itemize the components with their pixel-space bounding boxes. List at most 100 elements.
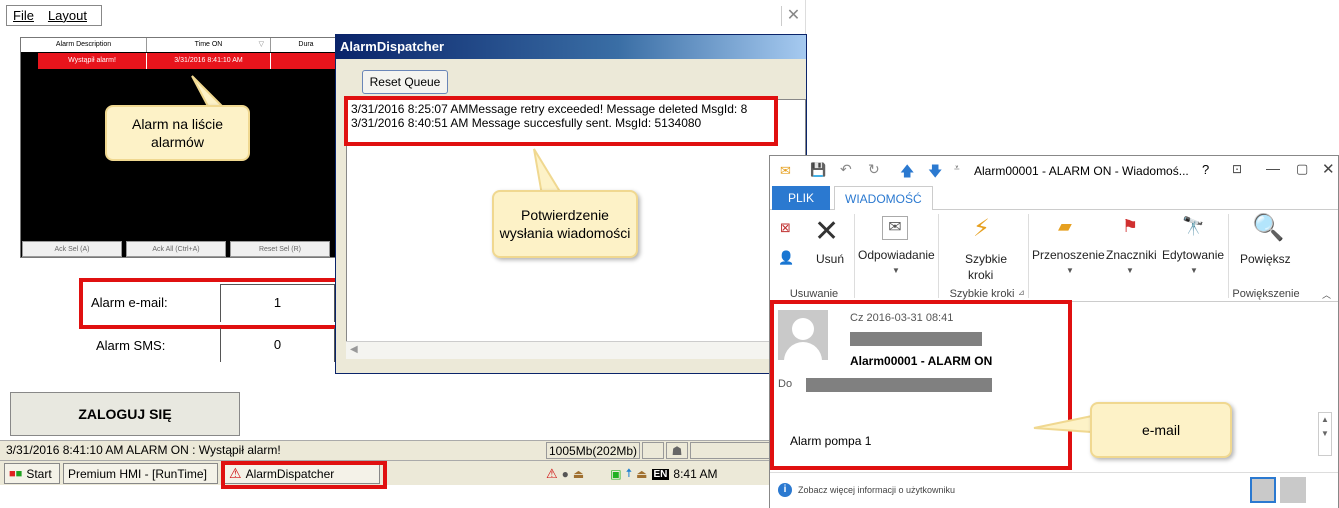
save-icon[interactable]: 💾: [810, 162, 826, 178]
alarm-email-label: Alarm e-mail:: [91, 295, 168, 310]
collapse-ribbon-icon[interactable]: ︿: [1322, 288, 1331, 301]
ack-sel-button[interactable]: Ack Sel (A): [22, 241, 122, 257]
menu-layout[interactable]: Layout: [48, 8, 87, 23]
tray-disc-icon[interactable]: ●: [562, 467, 569, 481]
header-alarm-description[interactable]: Alarm Description: [21, 38, 147, 52]
callout-alarm-list: Alarm na liście alarmów: [105, 105, 250, 161]
minimize-icon[interactable]: —: [1266, 160, 1280, 176]
ack-all-button[interactable]: Ack All (Ctrl+A): [126, 241, 226, 257]
quick-access-dropdown-icon[interactable]: ⩡: [954, 163, 960, 174]
dispatcher-horizontal-scrollbar[interactable]: ◀: [346, 341, 806, 359]
tray-clock[interactable]: 8:41 AM: [673, 467, 717, 481]
junk-icon[interactable]: 👤: [778, 250, 794, 266]
quick-steps-icon[interactable]: ⚡: [973, 214, 990, 243]
tags-button[interactable]: Znaczniki: [1106, 248, 1157, 262]
close-icon[interactable]: ✕: [1322, 160, 1335, 178]
reset-queue-button[interactable]: Reset Queue: [362, 70, 448, 94]
windows-logo-icon: ■■: [9, 467, 23, 480]
group-label-powiekszenie: Powiększenie: [1232, 288, 1300, 300]
hmi-status-bar: 3/31/2016 8:41:10 AM ALARM ON : Wystąpił…: [0, 440, 770, 460]
respond-icon[interactable]: ✉: [882, 216, 908, 240]
status-message: 3/31/2016 8:41:10 AM ALARM ON : Wystąpił…: [6, 443, 281, 457]
delete-icon[interactable]: ✕: [814, 214, 839, 249]
tags-dropdown-icon[interactable]: ▼: [1126, 266, 1134, 275]
dispatcher-title[interactable]: AlarmDispatcher: [336, 35, 806, 59]
ignore-icon[interactable]: ⊠: [780, 220, 791, 236]
header-duration[interactable]: Dura: [271, 38, 341, 52]
tray-monitor-icon[interactable]: ▣: [610, 467, 621, 481]
ribbon-display-icon[interactable]: ⊡: [1232, 162, 1242, 176]
arrow-down-icon[interactable]: 🡇: [928, 161, 942, 185]
respond-dropdown-icon[interactable]: ▼: [892, 266, 900, 275]
outlook-window-title: Alarm00001 - ALARM ON - Wiadomoś...: [974, 164, 1189, 178]
alarm-row[interactable]: Wystąpił alarm! 3/31/2016 8:41:10 AM: [38, 53, 341, 69]
status-memory: 1005Mb(202Mb): [546, 442, 640, 459]
outlook-message-window: ✉ 💾 ↶ ↻ 🡅 🡇 ⩡ Alarm00001 - ALARM ON - Wi…: [769, 155, 1339, 508]
binoculars-icon[interactable]: 🔭: [1182, 216, 1204, 237]
taskbar-dispatcher-highlight: [221, 461, 387, 489]
tab-wiadomosc[interactable]: WIADOMOŚĆ: [834, 186, 933, 211]
taskbar-item-premium-hmi[interactable]: Premium HMI - [RunTime]: [63, 463, 218, 484]
log-highlight: [344, 96, 778, 146]
header-time-on[interactable]: Time ON ▽: [147, 38, 271, 52]
move-button[interactable]: Przenoszenie: [1032, 248, 1105, 262]
alarm-row-time: 3/31/2016 8:41:10 AM: [147, 53, 271, 69]
status-cell-empty-2: [690, 442, 770, 459]
menu-file[interactable]: File: [13, 8, 34, 23]
hmi-close-icon[interactable]: ✕: [781, 6, 805, 26]
alarm-table-header: Alarm Description Time ON ▽ Dura: [21, 38, 341, 52]
ribbon-separator: [1228, 214, 1229, 298]
alarm-sms-value: 0: [220, 328, 335, 362]
hmi-window-edge: [805, 0, 806, 38]
people-avatar-1[interactable]: [1250, 477, 1276, 503]
ribbon-separator: [1028, 214, 1029, 298]
editing-dropdown-icon[interactable]: ▼: [1190, 266, 1198, 275]
alarm-action-buttons: Ack Sel (A) Ack All (Ctrl+A) Reset Sel (…: [21, 240, 341, 258]
ribbon-tabs: PLIK WIADOMOŚĆ: [770, 186, 1338, 211]
dialog-launcher-icon[interactable]: ⊿: [1018, 288, 1025, 297]
tray-arrow-icon[interactable]: 🠅: [626, 464, 633, 485]
move-icon[interactable]: ▰: [1058, 216, 1072, 237]
sort-arrow-icon: ▽: [258, 41, 264, 48]
maximize-icon[interactable]: ▢: [1296, 161, 1308, 177]
delete-button[interactable]: Usuń: [816, 252, 844, 266]
ribbon: ⊠ 👤 ✕ Usuń Usuwanie ✉ Odpowiadanie ▼ ⚡ S…: [770, 210, 1338, 302]
language-indicator[interactable]: EN: [651, 468, 670, 480]
help-icon[interactable]: ?: [1202, 162, 1209, 177]
people-avatar-2[interactable]: [1280, 477, 1306, 503]
arrow-up-icon[interactable]: 🡅: [900, 161, 914, 185]
start-button[interactable]: ■■ Start: [4, 463, 60, 484]
group-label-szybkie-kroki: Szybkie kroki: [949, 288, 1015, 300]
tray-network-2-icon[interactable]: ⏏: [636, 467, 647, 481]
quick-steps-line1[interactable]: Szybkie: [965, 252, 1007, 266]
email-highlight: [770, 300, 1072, 470]
move-dropdown-icon[interactable]: ▼: [1066, 266, 1074, 275]
ribbon-separator: [854, 214, 855, 298]
tray-network-icon[interactable]: ⏏: [573, 467, 584, 481]
info-icon: i: [778, 483, 792, 497]
scroll-left-icon[interactable]: ◀: [350, 344, 358, 355]
ribbon-separator: [938, 214, 939, 298]
callout-confirmation: Potwierdzenie wysłania wiadomości: [492, 190, 638, 258]
respond-button[interactable]: Odpowiadanie: [858, 248, 935, 262]
group-label-usuwanie: Usuwanie: [789, 288, 839, 300]
tab-plik[interactable]: PLIK: [772, 186, 830, 210]
redo-icon[interactable]: ↻: [868, 161, 880, 178]
undo-icon[interactable]: ↶: [840, 161, 852, 178]
message-scrollbar[interactable]: ▲ ▼: [1318, 412, 1332, 456]
taskbar: ■■ Start Premium HMI - [RunTime] ⚠ Alarm…: [0, 460, 770, 489]
people-info-link[interactable]: Zobacz więcej informacji o użytkowniku: [798, 485, 955, 495]
system-tray: ⚠ ● ⏏ ▣ 🠅 ⏏ EN 8:41 AM: [546, 464, 770, 484]
reset-sel-button[interactable]: Reset Sel (R): [230, 241, 330, 257]
editing-button[interactable]: Edytowanie: [1162, 248, 1224, 262]
tray-warning-icon[interactable]: ⚠: [546, 466, 558, 482]
quick-steps-line2[interactable]: kroki: [968, 268, 993, 282]
flag-icon[interactable]: ⚑: [1122, 216, 1138, 237]
login-button[interactable]: ZALOGUJ SIĘ: [10, 392, 240, 436]
screen: File Layout ✕ Alarm Description Time ON ▽…: [0, 0, 1339, 508]
zoom-icon[interactable]: 🔍: [1252, 212, 1284, 243]
mail-icon: ✉: [780, 163, 791, 178]
outlook-title-bar: ✉ 💾 ↶ ↻ 🡅 🡇 ⩡ Alarm00001 - ALARM ON - Wi…: [770, 156, 1338, 186]
start-label: Start: [26, 466, 52, 481]
zoom-button[interactable]: Powiększ: [1240, 252, 1291, 266]
